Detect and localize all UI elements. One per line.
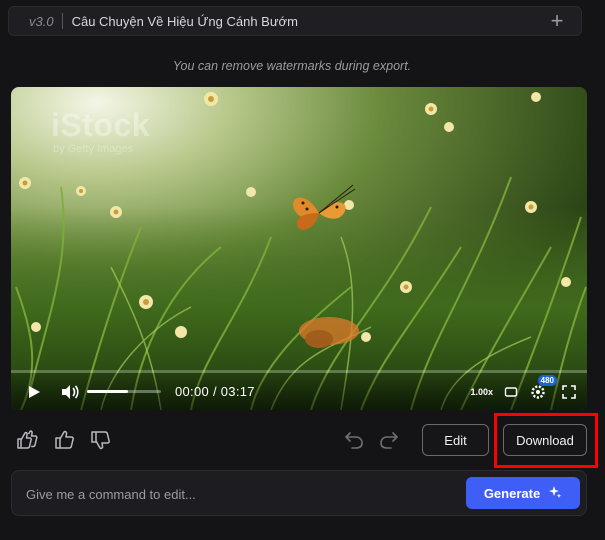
volume-slider[interactable] xyxy=(87,390,161,393)
video-player[interactable]: iStock by Getty Images 00:00 / 03:17 1.0… xyxy=(11,87,587,410)
loop-icon[interactable] xyxy=(503,384,519,400)
quality-badge: 480 xyxy=(537,374,557,386)
command-input[interactable] xyxy=(26,481,456,507)
app-root: v3.0 Câu Chuyện Về Hiệu Ứng Cánh Bướm + … xyxy=(0,0,605,540)
play-icon[interactable] xyxy=(23,381,45,403)
thumbs-down-icon[interactable] xyxy=(89,428,113,452)
double-thumbs-up-icon[interactable] xyxy=(16,428,40,452)
title-bar: v3.0 Câu Chuyện Về Hiệu Ứng Cánh Bướm + xyxy=(8,6,582,36)
time-display: 00:00 / 03:17 xyxy=(175,384,255,399)
volume-icon[interactable] xyxy=(59,381,81,403)
project-title[interactable]: Câu Chuyện Về Hiệu Ứng Cánh Bướm xyxy=(72,14,543,29)
generate-button[interactable]: Generate xyxy=(466,477,580,509)
watermark-hint: You can remove watermarks during export. xyxy=(172,59,412,73)
generate-label: Generate xyxy=(483,485,541,501)
fullscreen-icon[interactable] xyxy=(561,384,577,400)
edit-button[interactable]: Edit xyxy=(422,424,489,456)
undo-icon[interactable] xyxy=(342,428,366,452)
speed-button[interactable]: 1.00x xyxy=(470,387,493,397)
watermark-subtext: by Getty Images xyxy=(53,143,134,155)
sparkle-icon xyxy=(548,485,562,502)
volume-fill xyxy=(87,390,128,393)
thumbs-up-icon[interactable] xyxy=(53,428,77,452)
settings-icon[interactable]: 480 xyxy=(527,374,557,402)
player-controls: 00:00 / 03:17 1.00x 480 xyxy=(11,373,587,410)
plus-icon[interactable]: + xyxy=(543,10,571,32)
command-bar: Generate xyxy=(11,470,587,516)
watermark-logo: iStock xyxy=(51,107,151,143)
redo-icon[interactable] xyxy=(377,428,401,452)
title-divider xyxy=(61,13,63,29)
version-label: v3.0 xyxy=(29,13,54,29)
download-button[interactable]: Download xyxy=(503,424,587,456)
